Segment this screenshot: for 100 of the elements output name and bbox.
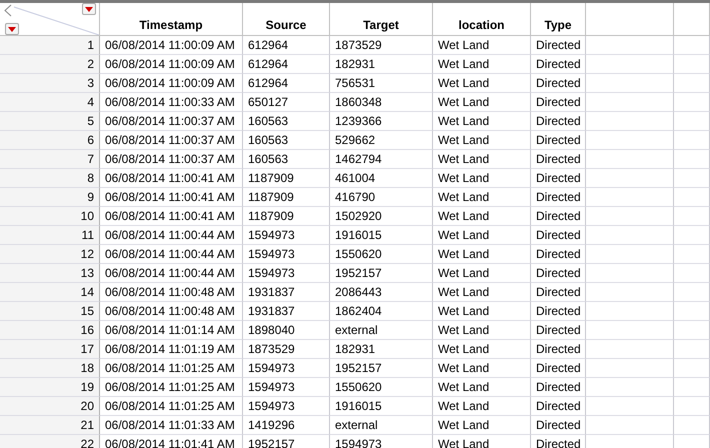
empty-cell <box>674 359 710 378</box>
empty-cell <box>674 302 710 321</box>
table-cell: 1187909 <box>243 207 330 226</box>
row-number: 10 <box>0 207 100 226</box>
table-cell: 06/08/2014 11:01:25 AM <box>100 359 243 378</box>
table-cell: 06/08/2014 11:01:33 AM <box>100 416 243 435</box>
empty-cell <box>674 340 710 359</box>
empty-cell <box>674 283 710 302</box>
empty-cell <box>674 74 710 93</box>
table-cell: 06/08/2014 11:01:19 AM <box>100 340 243 359</box>
table-cell: 1860348 <box>330 93 433 112</box>
table-cell: 1187909 <box>243 188 330 207</box>
empty-cell <box>674 264 710 283</box>
column-header[interactable]: location <box>433 3 531 36</box>
empty-cell <box>674 188 710 207</box>
column-header[interactable]: Target <box>330 3 433 36</box>
table-cell: 1952157 <box>330 359 433 378</box>
table-cell: 06/08/2014 11:00:37 AM <box>100 112 243 131</box>
column-header[interactable]: Source <box>243 3 330 36</box>
table-cell: 612964 <box>243 55 330 74</box>
row-number: 11 <box>0 226 100 245</box>
table-cell: 1931837 <box>243 302 330 321</box>
table-cell: 06/08/2014 11:01:25 AM <box>100 397 243 416</box>
table-cell: 06/08/2014 11:00:41 AM <box>100 169 243 188</box>
table-cell: 1187909 <box>243 169 330 188</box>
empty-cell <box>674 55 710 74</box>
table-cell: Directed <box>531 435 586 448</box>
table-cell: Wet Land <box>433 169 531 188</box>
table-cell: 06/08/2014 11:00:44 AM <box>100 264 243 283</box>
table-cell: Directed <box>531 112 586 131</box>
table-cell: 1462794 <box>330 150 433 169</box>
table-cell: Directed <box>531 36 586 55</box>
table-cell: Wet Land <box>433 302 531 321</box>
table-cell: Wet Land <box>433 283 531 302</box>
row-number: 15 <box>0 302 100 321</box>
column-header[interactable]: Type <box>531 3 586 36</box>
table-cell: 06/08/2014 11:01:25 AM <box>100 378 243 397</box>
table-cell: 1594973 <box>243 397 330 416</box>
table-cell: Wet Land <box>433 245 531 264</box>
table-cell: Directed <box>531 74 586 93</box>
table-cell: 06/08/2014 11:00:44 AM <box>100 245 243 264</box>
table-cell: Directed <box>531 169 586 188</box>
table-cell: external <box>330 416 433 435</box>
table-cell: 06/08/2014 11:01:41 AM <box>100 435 243 448</box>
row-menu-button[interactable] <box>5 23 19 35</box>
row-number: 1 <box>0 36 100 55</box>
empty-cell <box>674 131 710 150</box>
table-cell: 06/08/2014 11:00:48 AM <box>100 283 243 302</box>
column-menu-button[interactable] <box>82 3 96 15</box>
row-number: 4 <box>0 93 100 112</box>
table-cell: Directed <box>531 340 586 359</box>
table-cell: 1419296 <box>243 416 330 435</box>
table-cell: Directed <box>531 378 586 397</box>
row-number: 13 <box>0 264 100 283</box>
table-cell: Directed <box>531 245 586 264</box>
column-header[interactable]: Timestamp <box>100 3 243 36</box>
empty-cell <box>674 169 710 188</box>
table-cell: Wet Land <box>433 188 531 207</box>
row-number: 18 <box>0 359 100 378</box>
table-cell: 2086443 <box>330 283 433 302</box>
table-cell: Directed <box>531 131 586 150</box>
table-cell: 182931 <box>330 340 433 359</box>
table-cell: Directed <box>531 226 586 245</box>
table-cell: 1594973 <box>330 435 433 448</box>
caret-icon <box>85 6 93 12</box>
table-cell: 160563 <box>243 112 330 131</box>
table-cell: 650127 <box>243 93 330 112</box>
table-cell: Wet Land <box>433 36 531 55</box>
row-number: 16 <box>0 321 100 340</box>
row-number: 3 <box>0 74 100 93</box>
table-cell: 1931837 <box>243 283 330 302</box>
empty-cell <box>674 245 710 264</box>
table-cell: 461004 <box>330 169 433 188</box>
table-cell: Directed <box>531 416 586 435</box>
row-number: 20 <box>0 397 100 416</box>
table-cell: Wet Land <box>433 340 531 359</box>
table-cell: 1239366 <box>330 112 433 131</box>
empty-cell <box>674 150 710 169</box>
table-cell: 756531 <box>330 74 433 93</box>
empty-cell <box>674 321 710 340</box>
table-cell: Wet Land <box>433 321 531 340</box>
table-cell: Wet Land <box>433 207 531 226</box>
table-cell: 160563 <box>243 131 330 150</box>
table-cell: 06/08/2014 11:00:33 AM <box>100 93 243 112</box>
table-cell: 1873529 <box>243 340 330 359</box>
table-cell: Wet Land <box>433 74 531 93</box>
row-number: 17 <box>0 340 100 359</box>
table-cell: Directed <box>531 321 586 340</box>
table-cell: 1594973 <box>243 245 330 264</box>
row-number: 21 <box>0 416 100 435</box>
table-cell: 1594973 <box>243 226 330 245</box>
table-cell: Directed <box>531 207 586 226</box>
table-cell: 1594973 <box>243 264 330 283</box>
table-cell: 416790 <box>330 188 433 207</box>
table-cell: Wet Land <box>433 131 531 150</box>
empty-cell <box>674 378 710 397</box>
table-cell: Directed <box>531 302 586 321</box>
table-cell: 160563 <box>243 150 330 169</box>
table-cell: Wet Land <box>433 264 531 283</box>
empty-cell <box>674 93 710 112</box>
